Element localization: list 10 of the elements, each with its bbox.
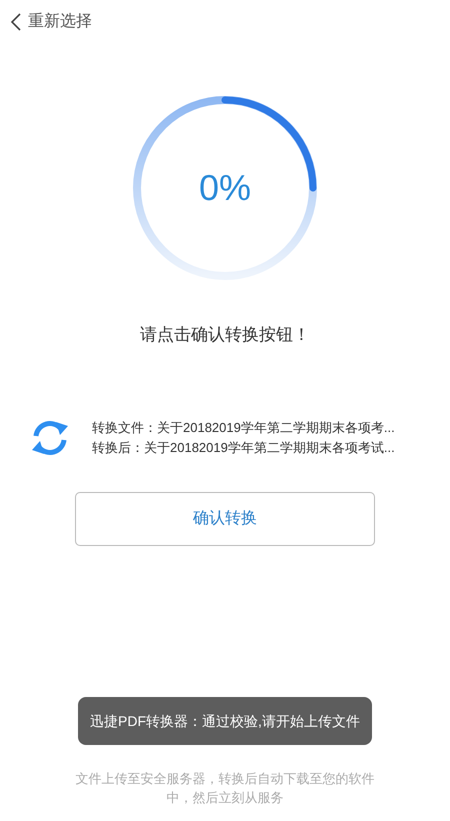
- notice-text: 文件上传至安全服务器，转换后自动下载至您的软件: [76, 770, 374, 788]
- toast-message: 迅捷PDF转换器：通过校验,请开始上传文件: [78, 697, 372, 745]
- back-icon: [10, 12, 22, 32]
- progress-percent: 0%: [198, 166, 252, 210]
- back-button[interactable]: 重新选择: [10, 10, 92, 34]
- notice-text: 中，然后立刻从服务: [166, 788, 284, 806]
- confirm-button[interactable]: 确认转换: [75, 492, 375, 546]
- source-file-text: 转换文件：关于20182019学年第二学期期末各项考...: [92, 418, 395, 436]
- prompt-text: 请点击确认转换按钮！: [139, 324, 311, 346]
- target-file-text: 转换后：关于20182019学年第二学期期末各项考试...: [92, 438, 395, 456]
